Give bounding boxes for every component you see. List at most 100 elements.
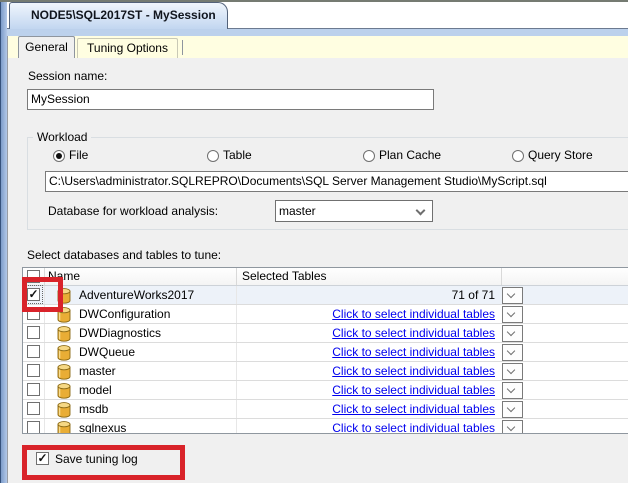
row-dropdown-button[interactable] — [502, 382, 523, 399]
selected-tables-value[interactable]: Click to select individual tables — [332, 421, 495, 433]
window-left-edge — [0, 2, 7, 483]
row-name-cell: AdventureWorks2017 — [45, 286, 237, 304]
document-tab[interactable]: NODE5\SQL2017ST - MySession — [9, 2, 228, 29]
table-row[interactable]: DWConfiguration Click to select individu… — [23, 305, 628, 324]
database-name: model — [79, 383, 112, 397]
chevron-down-icon — [506, 289, 516, 299]
row-dropdown-button[interactable] — [502, 306, 523, 323]
radio-label: File — [69, 148, 89, 162]
chevron-down-icon — [506, 422, 516, 432]
session-name-value: MySession — [31, 92, 90, 106]
selected-tables-value[interactable]: 71 of 71 — [452, 288, 495, 302]
tab-body-band — [7, 28, 628, 36]
row-dropdown-button[interactable] — [502, 325, 523, 342]
selected-tables-value[interactable]: Click to select individual tables — [332, 326, 495, 340]
table-row[interactable]: msdb Click to select individual tables — [23, 400, 628, 419]
workload-file-path-input[interactable]: C:\Users\administrator.SQLREPRO\Document… — [45, 171, 628, 192]
row-selected-tables-cell: 71 of 71 — [237, 286, 502, 304]
selected-tables-value[interactable]: Click to select individual tables — [332, 402, 495, 416]
table-row[interactable]: DWDiagnostics Click to select individual… — [23, 324, 628, 343]
row-name-cell: master — [45, 362, 237, 380]
chevron-down-icon — [506, 346, 516, 356]
row-name-cell: DWQueue — [45, 343, 237, 361]
row-selected-tables-cell: Click to select individual tables — [237, 362, 502, 380]
selected-tables-value[interactable]: Click to select individual tables — [332, 345, 495, 359]
workload-legend: Workload — [33, 130, 92, 144]
row-name-cell: sqlnexus — [45, 419, 237, 434]
tab-tuning-options-label: Tuning Options — [87, 41, 168, 55]
database-name: master — [79, 364, 116, 378]
row-checkbox-cell — [23, 324, 45, 342]
row-dropdown-button[interactable] — [502, 287, 523, 304]
radio-button-icon — [512, 150, 524, 162]
database-name: sqlnexus — [79, 421, 127, 434]
highlight-box-row-checkbox — [22, 277, 63, 312]
selected-tables-value[interactable]: Click to select individual tables — [332, 383, 495, 397]
radio-button-icon — [53, 150, 65, 162]
selected-tables-value[interactable]: Click to select individual tables — [332, 364, 495, 378]
tab-general-label: General — [25, 40, 68, 54]
database-table: Name Selected Tables AdventureWorks2017 … — [22, 267, 628, 434]
row-checkbox[interactable] — [27, 345, 40, 358]
radio-label: Table — [223, 148, 252, 162]
row-checkbox[interactable] — [27, 421, 40, 433]
database-analysis-label: Database for workload analysis: — [48, 204, 219, 218]
tab-separator — [182, 40, 183, 55]
database-analysis-combobox[interactable]: master — [275, 200, 433, 222]
row-checkbox-cell — [23, 419, 45, 433]
db-table-rows: AdventureWorks2017 71 of 71 DWConfigurat… — [23, 285, 628, 434]
session-name-input[interactable]: MySession — [27, 89, 434, 110]
chevron-down-icon — [506, 308, 516, 318]
column-header-name[interactable]: Name — [45, 268, 237, 285]
row-checkbox[interactable] — [27, 326, 40, 339]
row-name-cell: model — [45, 381, 237, 399]
row-dropdown-button[interactable] — [502, 401, 523, 418]
database-name: msdb — [79, 402, 109, 416]
combobox-value: master — [279, 204, 316, 218]
table-row[interactable]: model Click to select individual tables — [23, 381, 628, 400]
radio-option-query-store[interactable]: Query Store — [512, 148, 628, 164]
column-header-selected-tables[interactable]: Selected Tables — [237, 268, 502, 285]
chevron-down-icon — [506, 403, 516, 413]
database-name: DWQueue — [79, 345, 136, 359]
table-row[interactable]: sqlnexus Click to select individual tabl… — [23, 419, 628, 434]
chevron-down-icon — [506, 365, 516, 375]
row-dropdown-button[interactable] — [502, 363, 523, 380]
chevron-down-icon — [506, 327, 516, 337]
radio-button-icon — [363, 150, 375, 162]
row-selected-tables-cell: Click to select individual tables — [237, 305, 502, 323]
row-selected-tables-cell: Click to select individual tables — [237, 343, 502, 361]
highlight-box-save-tuning-log — [22, 445, 185, 480]
row-checkbox-cell — [23, 362, 45, 380]
selected-tables-value[interactable]: Click to select individual tables — [332, 307, 495, 321]
table-row[interactable]: AdventureWorks2017 71 of 71 — [23, 285, 628, 305]
database-name: AdventureWorks2017 — [79, 288, 195, 302]
radio-option-plan-cache[interactable]: Plan Cache — [363, 148, 483, 164]
row-checkbox[interactable] — [27, 402, 40, 415]
column-header-selected-tables-label: Selected Tables — [242, 269, 327, 283]
select-databases-label: Select databases and tables to tune: — [27, 248, 222, 262]
row-checkbox-cell — [23, 400, 45, 418]
chevron-down-icon — [506, 384, 516, 394]
row-name-cell: msdb — [45, 400, 237, 418]
radio-label: Query Store — [528, 148, 593, 162]
row-checkbox[interactable] — [27, 383, 40, 396]
row-checkbox[interactable] — [27, 364, 40, 377]
row-dropdown-button[interactable] — [502, 344, 523, 361]
tab-general[interactable]: General — [18, 36, 75, 58]
table-row[interactable]: master Click to select individual tables — [23, 362, 628, 381]
database-name: DWDiagnostics — [79, 326, 162, 340]
header-filler — [502, 268, 628, 285]
database-name: DWConfiguration — [79, 307, 171, 321]
row-checkbox-cell — [23, 381, 45, 399]
database-icon — [57, 421, 71, 433]
row-name-cell: DWDiagnostics — [45, 324, 237, 342]
table-row[interactable]: DWQueue Click to select individual table… — [23, 343, 628, 362]
chevron-down-icon — [415, 205, 426, 216]
row-dropdown-button[interactable] — [502, 420, 523, 433]
tab-tuning-options[interactable]: Tuning Options — [77, 38, 178, 58]
radio-option-table[interactable]: Table — [207, 148, 307, 164]
session-name-label: Session name: — [28, 69, 108, 83]
radio-option-file[interactable]: File — [53, 148, 153, 164]
table-header-row: Name Selected Tables — [23, 268, 628, 286]
